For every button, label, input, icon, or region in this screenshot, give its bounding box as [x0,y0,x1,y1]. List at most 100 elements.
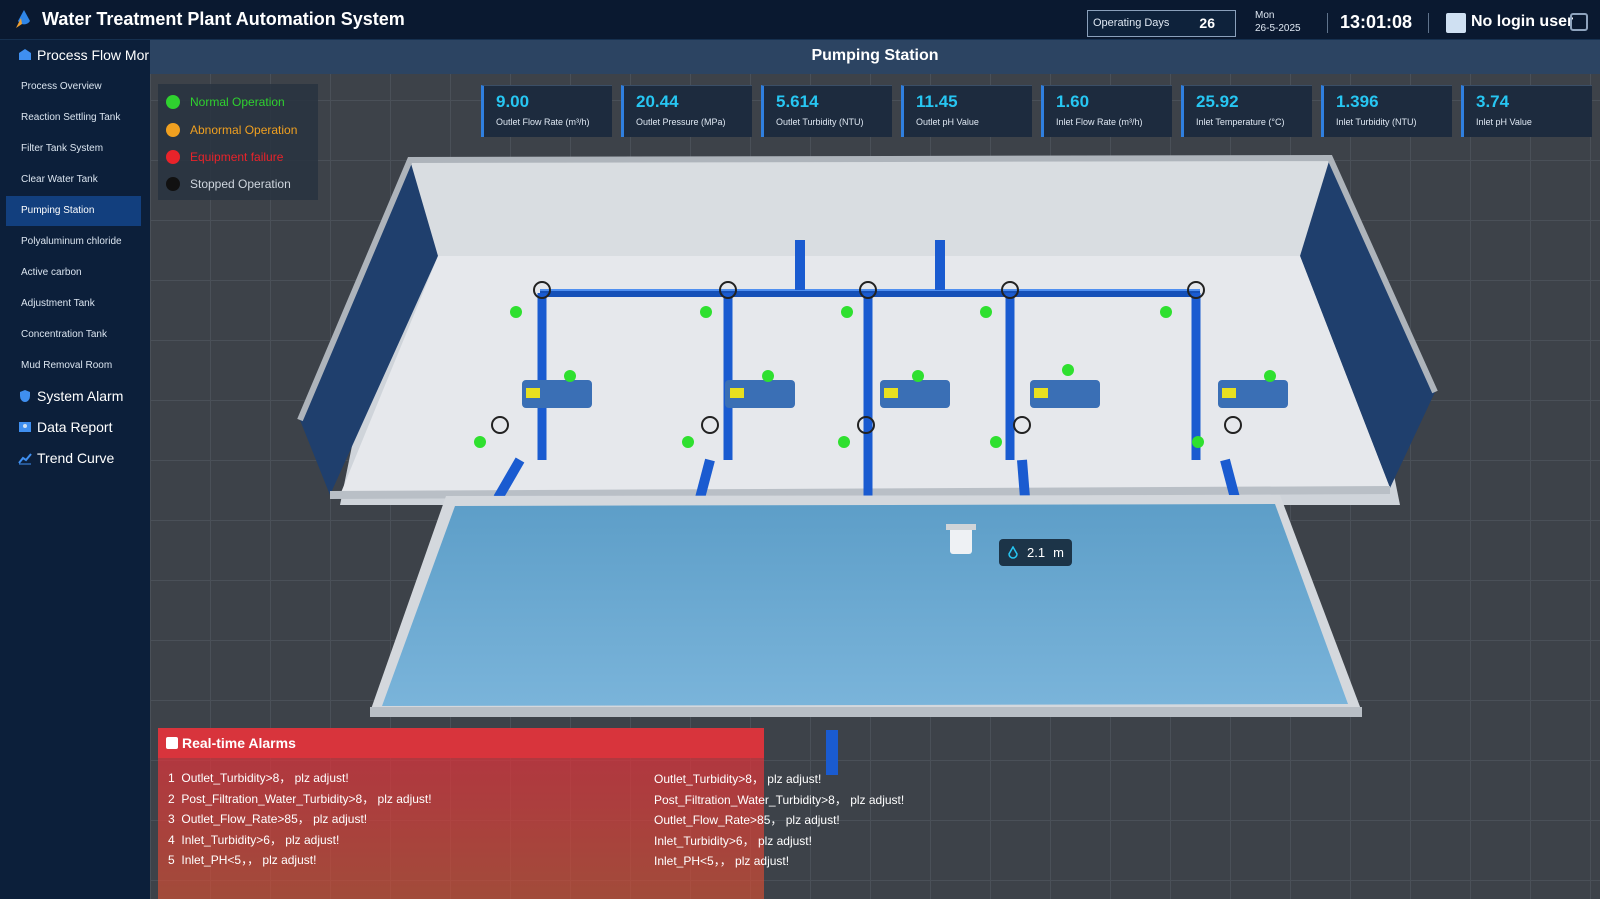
red-status-dot-icon [166,150,180,164]
metric-inlet-turbidity: 1.396 Inlet Turbidity (NTU) [1321,85,1452,137]
alarm-row[interactable]: 5 Inlet_PH<5，， plz adjust! [168,851,316,868]
metric-label: Outlet Flow Rate (m³/h) [496,117,590,127]
metric-value: 3.74 [1476,92,1510,111]
alarm-bell-icon [166,737,178,749]
sidebar-section-label: Data Report [37,419,113,435]
trend-icon [18,453,32,465]
alarm-panel-header: Real-time Alarms [158,728,764,758]
alarm-detail: Inlet_Turbidity>6， plz adjust! [654,834,812,848]
metric-inlet-ph: 3.74 Inlet pH Value [1461,85,1592,137]
alarm-index: 2 [168,792,175,806]
sidebar-section-data-report[interactable]: Data Report [18,419,112,435]
date-day: Mon [1255,10,1275,21]
report-icon [19,422,31,432]
legend-normal: Normal Operation [166,92,285,112]
alarm-message: Outlet_Turbidity>8， plz adjust! [181,771,349,785]
metric-label: Outlet Turbidity (NTU) [776,117,864,127]
orange-status-dot-icon [166,123,180,137]
green-status-dot-icon [166,95,180,109]
sidebar-item-reaction-settling-tank[interactable]: Reaction Settling Tank [6,103,141,133]
alarm-row[interactable]: 3 Outlet_Flow_Rate>85， plz adjust! [168,810,367,827]
sidebar-item-polyaluminum-chloride[interactable]: Polyaluminum chloride [6,227,141,257]
metric-value: 1.60 [1056,92,1090,111]
metric-label: Inlet Flow Rate (m³/h) [1056,117,1143,127]
water-level-value: 2.1 [1027,545,1046,560]
alarm-message: Outlet_Flow_Rate>85， plz adjust! [181,812,368,826]
metric-label: Outlet Pressure (MPa) [636,117,726,127]
alarm-row[interactable]: 2 Post_Filtration_Water_Turbidity>8， plz… [168,790,432,807]
legend-label: Abnormal Operation [190,123,298,137]
legend-label: Stopped Operation [190,177,291,191]
metric-value: 25.92 [1196,92,1239,111]
water-drop-icon [1008,545,1018,559]
sidebar-section-label: Trend Curve [37,450,115,466]
header-divider [1428,13,1429,33]
alarm-index: 1 [168,771,175,785]
main-view: Pumping Station Normal Operation Abnorma… [150,40,1600,899]
sidebar-section-process-flow[interactable]: Process Flow Mor [18,47,149,63]
metric-inlet-temperature: 25.92 Inlet Temperature (°C) [1181,85,1312,137]
sidebar: Process Flow Mor Process Overview Reacti… [0,40,150,899]
black-status-dot-icon [166,177,180,191]
settings-icon[interactable] [1570,13,1588,31]
alarm-detail: Inlet_PH<5，， plz adjust! [654,854,790,868]
water-drop-logo-icon [16,10,30,28]
page-title: Pumping Station [811,47,939,64]
app-title: Water Treatment Plant Automation System [42,9,405,29]
sidebar-item-pumping-station[interactable]: Pumping Station [6,196,141,226]
alarm-row[interactable]: 4 Inlet_Turbidity>6， plz adjust! [168,831,339,848]
alarm-index: 4 [168,833,175,847]
alarm-detail: Post_Filtration_Water_Turbidity>8， plz a… [654,793,905,807]
sidebar-section-label: System Alarm [37,388,124,404]
sidebar-item-adjustment-tank[interactable]: Adjustment Tank [6,289,141,319]
operating-days-value: 26 [1199,15,1215,31]
legend-failure: Equipment failure [166,147,283,167]
water-level-badge: 2.1 m [999,539,1072,566]
metric-value: 9.00 [496,92,530,111]
sidebar-section-system-alarm[interactable]: System Alarm [18,388,123,404]
sidebar-item-filter-tank-system[interactable]: Filter Tank System [6,134,141,164]
metric-outlet-flow-rate: 9.00 Outlet Flow Rate (m³/h) [481,85,612,137]
metric-label: Outlet pH Value [916,117,979,127]
user-avatar-icon[interactable] [1446,13,1466,33]
alarm-message: Inlet_PH<5，， plz adjust! [181,853,317,867]
metric-outlet-ph: 11.45 Outlet pH Value [901,85,1032,137]
alarm-message: Inlet_Turbidity>6， plz adjust! [181,833,340,847]
sidebar-section-trend-curve[interactable]: Trend Curve [18,450,114,466]
metric-value: 11.45 [916,92,958,111]
metric-value: 1.396 [1336,92,1379,111]
legend-stopped: Stopped Operation [166,174,291,194]
alarm-row[interactable]: 1 Outlet_Turbidity>8， plz adjust! [168,769,349,786]
sidebar-item-active-carbon[interactable]: Active carbon [6,258,141,288]
alarm-index: 5 [168,853,175,867]
metric-label: Inlet Turbidity (NTU) [1336,117,1417,127]
header-divider [1327,13,1328,33]
alarm-index: 3 [168,812,175,826]
metric-inlet-flow-rate: 1.60 Inlet Flow Rate (m³/h) [1041,85,1172,137]
sidebar-item-clear-water-tank[interactable]: Clear Water Tank [6,165,141,195]
metric-label: Inlet Temperature (°C) [1196,117,1285,127]
legend-label: Normal Operation [190,95,285,109]
metric-value: 20.44 [636,92,679,111]
metric-outlet-turbidity: 5.614 Outlet Turbidity (NTU) [761,85,892,137]
alarm-panel-title: Real-time Alarms [182,735,296,751]
status-legend: Normal Operation Abnormal Operation Equi… [158,84,318,200]
alarm-detail: Outlet_Flow_Rate>85， plz adjust! [654,813,840,827]
legend-abnormal: Abnormal Operation [166,120,297,140]
header-bar: Water Treatment Plant Automation System … [0,0,1600,40]
alarm-message: Post_Filtration_Water_Turbidity>8， plz a… [181,792,432,806]
sidebar-item-process-overview[interactable]: Process Overview [6,72,141,102]
operating-days-label: Operating Days [1093,17,1170,29]
sidebar-section-label: Process Flow Mor [37,47,150,63]
legend-label: Equipment failure [190,150,284,164]
water-level-unit: m [1053,545,1064,560]
operating-days-box: Operating Days 26 [1087,10,1236,37]
alarm-detail: Outlet_Turbidity>8， plz adjust! [654,772,822,786]
clock: 13:01:08 [1340,12,1413,32]
metric-outlet-pressure: 20.44 Outlet Pressure (MPa) [621,85,752,137]
user-login-button[interactable]: No login user [1471,13,1573,31]
alarm-shield-icon [20,390,30,402]
sidebar-item-mud-removal-room[interactable]: Mud Removal Room [6,351,141,381]
page-title-bar: Pumping Station [150,40,1600,74]
sidebar-item-concentration-tank[interactable]: Concentration Tank [6,320,141,350]
